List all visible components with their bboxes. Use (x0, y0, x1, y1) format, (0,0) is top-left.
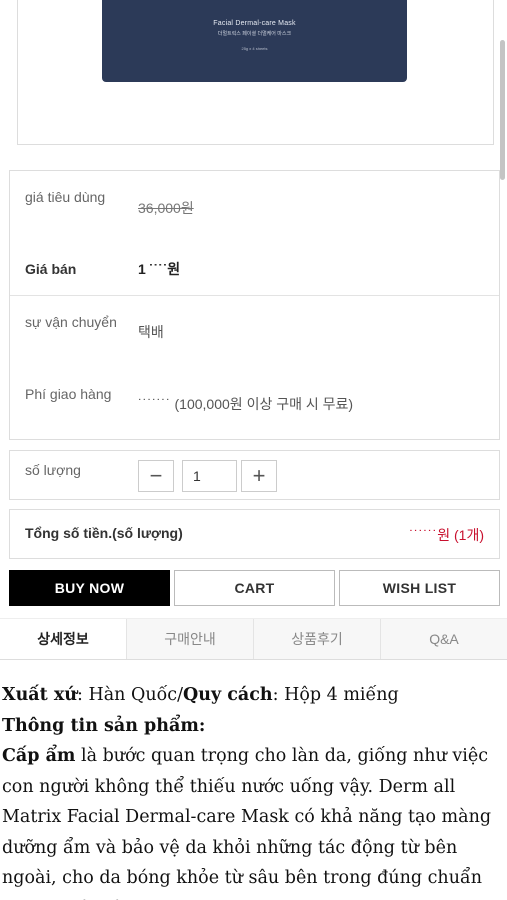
moisture-label: Cấp ẩm (2, 746, 76, 766)
tab-purchase-guide[interactable]: 구매안내 (127, 619, 254, 659)
quantity-selector: số lượng − 1 + (9, 450, 500, 500)
moisture-paragraph: Cấp ẩm là bước quan trọng cho làn da, gi… (2, 741, 505, 900)
product-image-subtitle: 더멀트릭스 페이셜 더멀케어 마스크 (217, 31, 292, 37)
quantity-input[interactable]: 1 (182, 460, 237, 492)
sale-price-label: Giá bán (25, 261, 77, 277)
cart-button[interactable]: CART (174, 570, 335, 606)
total-value: ˙˙˙˙˙˙원 (1개) (409, 527, 484, 543)
scrollbar[interactable] (500, 40, 505, 180)
spec-label: Quy cách (183, 685, 273, 705)
product-image-title: Facial Dermal-care Mask (213, 20, 296, 27)
buy-now-button[interactable]: BUY NOW (9, 570, 170, 606)
total-price-box: Tổng số tiền.(số lượng) ˙˙˙˙˙˙원 (1개) (9, 509, 500, 559)
shipping-method-label: sự vận chuyển (25, 314, 117, 330)
shipping-method-value: 택배 (138, 324, 164, 340)
tab-reviews[interactable]: 상품후기 (254, 619, 381, 659)
consumer-price-value: 36,000원 (138, 200, 194, 216)
tab-detail-info[interactable]: 상세정보 (0, 619, 127, 659)
info-heading: Thông tin sản phẩm: (2, 711, 505, 742)
consumer-price-label: giá tiêu dùng (25, 189, 106, 205)
shipping-fee-label: Phí giao hàng (25, 386, 112, 402)
divider (10, 295, 499, 296)
origin-label: Xuất xứ (2, 685, 77, 705)
quantity-increase-button[interactable]: + (241, 460, 277, 492)
quantity-label: số lượng (25, 462, 81, 478)
quantity-decrease-button[interactable]: − (138, 460, 174, 492)
detail-tabs: 상세정보 구매안내 상품후기 Q&A (0, 618, 507, 660)
price-info-table: giá tiêu dùng 36,000원 Giá bán 1 ˙˙˙˙원 sự… (9, 170, 500, 440)
moisture-text: là bước quan trọng cho làn da, giống như… (2, 746, 492, 900)
product-image-count: 25g x 4 sheets (241, 46, 268, 51)
plus-icon: + (252, 463, 266, 488)
product-description: Xuất xứ: Hàn Quốc/Quy cách: Hộp 4 miếng … (0, 680, 507, 900)
minus-icon: − (149, 463, 163, 488)
product-image-frame: Facial Dermal-care Mask 더멀트릭스 페이셜 더멀케어 마… (17, 0, 494, 145)
origin-spec-line: Xuất xứ: Hàn Quốc/Quy cách: Hộp 4 miếng (2, 680, 505, 711)
tab-qna[interactable]: Q&A (381, 619, 507, 659)
wish-list-button[interactable]: WISH LIST (339, 570, 500, 606)
total-label: Tổng số tiền.(số lượng) (25, 525, 183, 541)
sale-price-value: 1 ˙˙˙˙원 (138, 261, 181, 277)
product-image: Facial Dermal-care Mask 더멀트릭스 페이셜 더멀케어 마… (102, 0, 407, 82)
origin-value: : Hàn Quốc/ (76, 685, 183, 705)
shipping-fee-value: ˙˙˙˙˙˙˙ (100,000원 이상 구매 시 무료) (138, 396, 354, 412)
spec-value: : Hộp 4 miếng (272, 685, 399, 705)
info-heading-text: Thông tin sản phẩm: (2, 715, 206, 736)
